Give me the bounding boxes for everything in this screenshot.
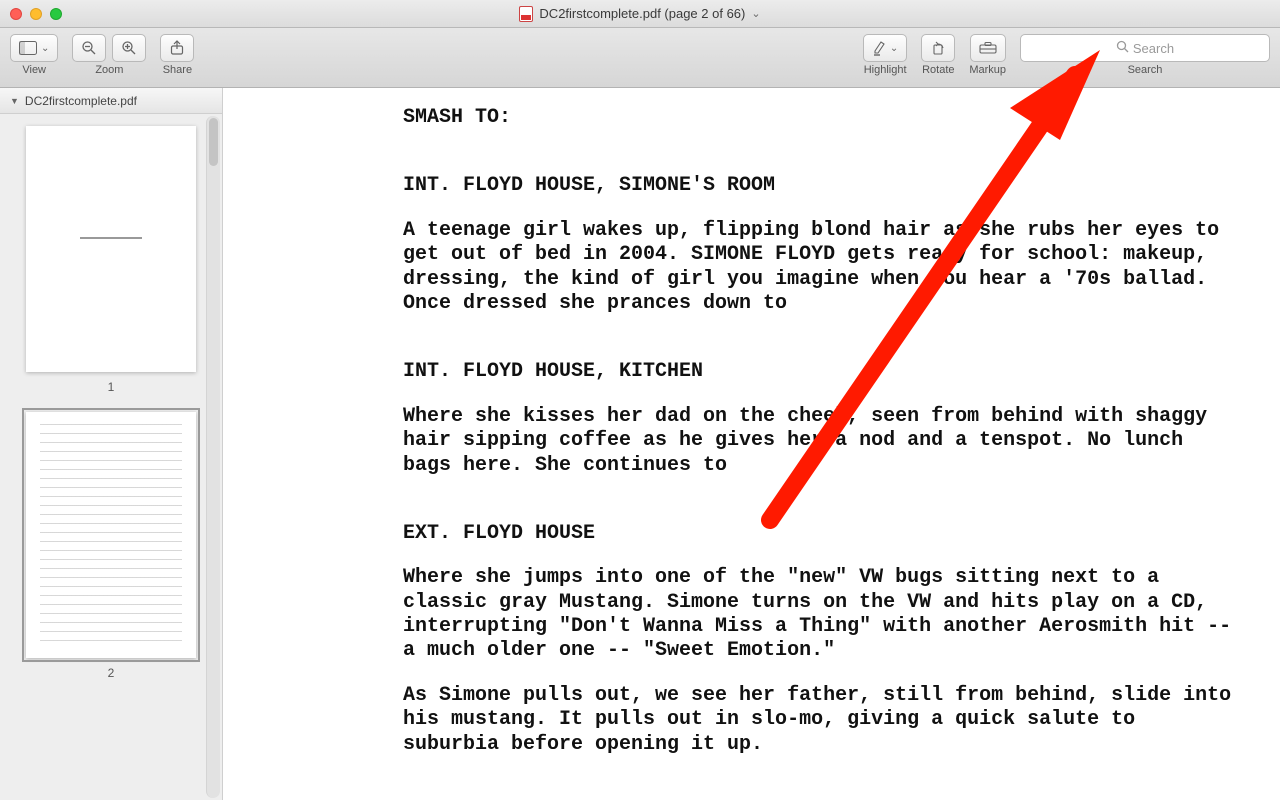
sidebar-filename: DC2firstcomplete.pdf: [25, 94, 137, 108]
window-titlebar: DC2firstcomplete.pdf (page 2 of 66) ⌄: [0, 0, 1280, 28]
highlight-group: ⌄ Highlight: [863, 34, 907, 76]
thumbnail-page-number: 2: [14, 666, 208, 680]
zoom-in-button[interactable]: [112, 34, 146, 62]
rotate-label: Rotate: [922, 64, 954, 76]
search-input[interactable]: Search: [1020, 34, 1270, 62]
scene-action: As Simone pulls out, we see her father, …: [403, 684, 1240, 757]
rotate-group: Rotate: [921, 34, 955, 76]
window-title-text: DC2firstcomplete.pdf (page 2 of 66): [539, 6, 745, 21]
content-area: ▼ DC2firstcomplete.pdf 1 2 SMASH TO: INT…: [0, 88, 1280, 800]
thumbnail-sidebar: ▼ DC2firstcomplete.pdf 1 2: [0, 88, 223, 800]
zoom-in-icon: [121, 40, 137, 56]
search-label: Search: [1128, 64, 1163, 76]
zoom-out-button[interactable]: [72, 34, 106, 62]
markup-group: Markup: [969, 34, 1006, 76]
share-button[interactable]: [160, 34, 194, 62]
view-sidebar-button[interactable]: ⌄: [10, 34, 58, 62]
scene-heading: INT. FLOYD HOUSE, KITCHEN: [403, 360, 1240, 384]
toolbar: ⌄ View Zoom: [0, 28, 1280, 88]
document-viewport[interactable]: SMASH TO: INT. FLOYD HOUSE, SIMONE'S ROO…: [223, 88, 1280, 800]
share-group: Share: [160, 34, 194, 76]
scene-heading: INT. FLOYD HOUSE, SIMONE'S ROOM: [403, 174, 1240, 198]
page-thumbnail[interactable]: [26, 126, 196, 372]
page-thumbnail[interactable]: [26, 412, 196, 658]
search-icon: [1116, 40, 1129, 56]
scene-heading: EXT. FLOYD HOUSE: [403, 522, 1240, 546]
thumbnail-list[interactable]: 1 2: [0, 114, 222, 800]
view-label: View: [22, 64, 46, 76]
window-title[interactable]: DC2firstcomplete.pdf (page 2 of 66) ⌄: [0, 6, 1280, 22]
scrollbar-thumb[interactable]: [209, 118, 218, 166]
view-group: ⌄ View: [10, 34, 58, 76]
sidebar-filename-row[interactable]: ▼ DC2firstcomplete.pdf: [0, 88, 222, 114]
rotate-icon: [930, 40, 946, 56]
share-label: Share: [163, 64, 192, 76]
search-group: Search Search: [1020, 34, 1270, 76]
markup-label: Markup: [969, 64, 1006, 76]
scene-action: Where she kisses her dad on the cheek, s…: [403, 405, 1240, 478]
highlight-label: Highlight: [864, 64, 907, 76]
toolbox-icon: [979, 41, 997, 55]
highlight-button[interactable]: ⌄: [863, 34, 907, 62]
disclosure-triangle-icon: ▼: [10, 96, 19, 106]
zoom-out-icon: [81, 40, 97, 56]
highlighter-icon: [872, 40, 886, 56]
scene-action: Where she jumps into one of the "new" VW…: [403, 566, 1240, 664]
chevron-down-icon: ⌄: [751, 7, 760, 20]
zoom-label: Zoom: [95, 64, 123, 76]
zoom-group: Zoom: [72, 34, 146, 76]
search-placeholder: Search: [1133, 41, 1174, 56]
sidebar-icon: [19, 41, 37, 55]
transition-cue: SMASH TO:: [403, 106, 1240, 130]
pdf-file-icon: [519, 6, 533, 22]
document-page: SMASH TO: INT. FLOYD HOUSE, SIMONE'S ROO…: [223, 88, 1280, 800]
sidebar-scrollbar[interactable]: [206, 116, 220, 798]
scene-action: A teenage girl wakes up, flipping blond …: [403, 219, 1240, 317]
thumbnail-page-number: 1: [14, 380, 208, 394]
rotate-button[interactable]: [921, 34, 955, 62]
chevron-down-icon: ⌄: [41, 43, 49, 54]
markup-button[interactable]: [970, 34, 1006, 62]
share-icon: [170, 40, 184, 56]
chevron-down-icon: ⌄: [890, 43, 898, 54]
